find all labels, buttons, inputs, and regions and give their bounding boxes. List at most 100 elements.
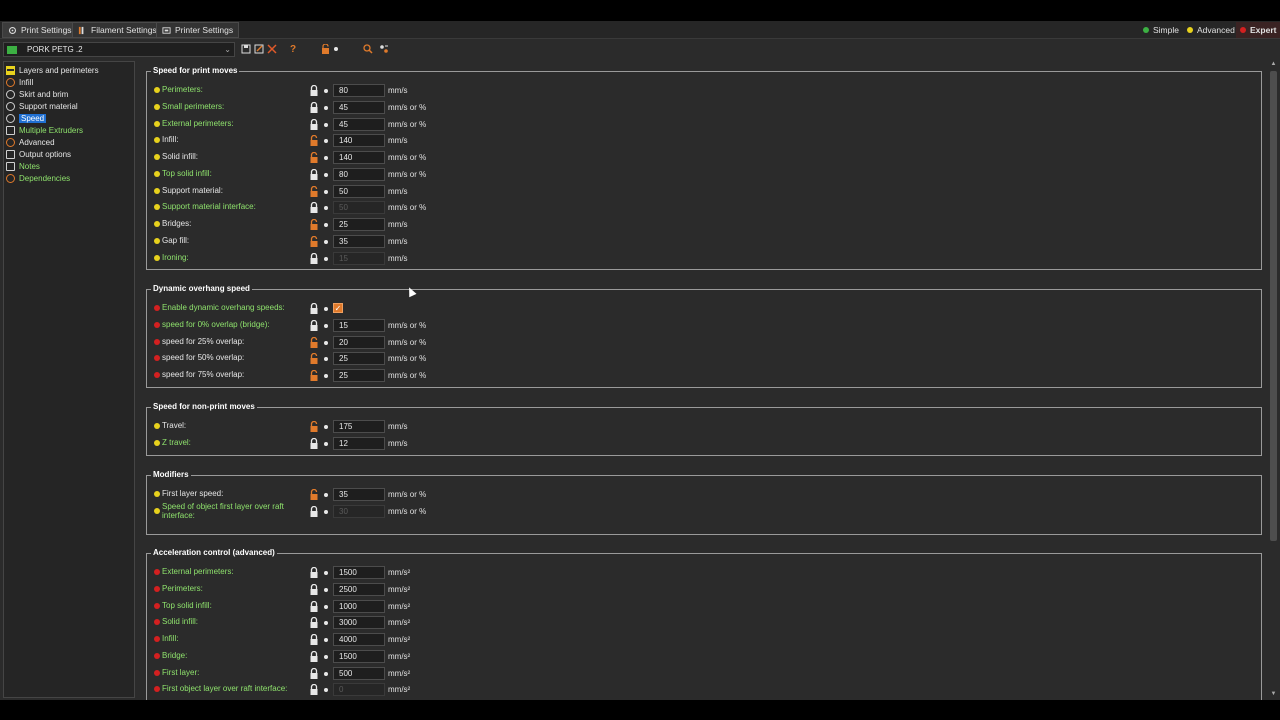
bullet-icon[interactable] xyxy=(324,307,328,311)
lock-icon[interactable] xyxy=(309,684,319,696)
lock-icon[interactable] xyxy=(309,617,319,629)
mode-simple[interactable]: Simple xyxy=(1139,22,1183,38)
bullet-icon[interactable] xyxy=(324,340,328,345)
setting-label[interactable]: First layer: xyxy=(162,668,199,677)
sidebar-item-multiple-extruders[interactable]: Multiple Extruders xyxy=(6,125,83,136)
lock-open-icon[interactable] xyxy=(309,489,319,500)
setting-label[interactable]: First layer speed: xyxy=(162,489,223,498)
lock-icon[interactable] xyxy=(309,85,319,96)
sidebar-item-notes[interactable]: Notes xyxy=(6,161,40,172)
bullet-icon[interactable] xyxy=(324,223,328,227)
lock-icon[interactable] xyxy=(309,101,319,113)
value-input[interactable]: 15 xyxy=(333,318,385,332)
setting-label[interactable]: Solid infill: xyxy=(162,617,198,626)
value-input[interactable]: 140 xyxy=(333,151,385,164)
preset-dropdown[interactable]: PORK PETG .2 ⌄ xyxy=(3,42,235,57)
lock-icon[interactable] xyxy=(309,505,319,517)
lock-icon[interactable] xyxy=(309,202,319,214)
value-input[interactable]: 1500 xyxy=(333,649,385,663)
value-input[interactable]: 25 xyxy=(333,369,385,382)
value-input[interactable]: 3000 xyxy=(333,616,385,630)
setting-label[interactable]: Support material: xyxy=(162,186,223,195)
lock-icon[interactable] xyxy=(309,118,319,130)
setting-label[interactable]: Ironing: xyxy=(162,253,189,262)
compare-button[interactable] xyxy=(378,43,390,55)
tab-print-settings[interactable]: Print Settings xyxy=(2,22,78,38)
bullet-icon[interactable] xyxy=(324,688,328,693)
rename-preset-button[interactable] xyxy=(253,43,265,55)
lock-icon[interactable] xyxy=(309,650,319,662)
tab-filament-settings[interactable]: Filament Settings xyxy=(72,22,163,38)
setting-label[interactable]: speed for 75% overlap: xyxy=(162,370,244,379)
value-input[interactable]: 1000 xyxy=(333,599,385,613)
bullet-icon[interactable] xyxy=(324,509,328,514)
setting-label[interactable]: speed for 50% overlap: xyxy=(162,353,244,362)
value-input[interactable]: 1500 xyxy=(333,566,385,579)
bullet-icon[interactable] xyxy=(324,441,328,446)
setting-label[interactable]: Solid infill: xyxy=(162,152,198,161)
scroll-up-icon[interactable]: ▲ xyxy=(1269,61,1278,69)
lock-open-icon[interactable] xyxy=(309,336,319,348)
bullet-icon[interactable] xyxy=(324,493,328,497)
bullet-icon[interactable] xyxy=(324,172,328,177)
bullet-icon[interactable] xyxy=(324,654,328,659)
sidebar-item-skirt-and-brim[interactable]: Skirt and brim xyxy=(6,89,68,100)
bullet-icon[interactable] xyxy=(324,587,328,592)
lock-open-icon[interactable] xyxy=(309,135,319,147)
scrollbar-thumb[interactable] xyxy=(1270,71,1277,541)
value-input[interactable]: 140 xyxy=(333,134,385,148)
help-button[interactable]: ? xyxy=(287,43,299,55)
setting-label[interactable]: Speed of object first layer over raft in… xyxy=(162,502,302,520)
setting-label[interactable]: Top solid infill: xyxy=(162,169,212,178)
bullet-icon[interactable] xyxy=(324,89,328,93)
value-input[interactable]: 35 xyxy=(333,488,385,501)
lock-icon[interactable] xyxy=(309,583,319,595)
save-preset-button[interactable] xyxy=(240,43,252,55)
sidebar-item-dependencies[interactable]: Dependencies xyxy=(6,173,70,184)
sidebar-item-layers-and-perimeters[interactable]: Layers and perimeters xyxy=(6,65,99,76)
search-button[interactable] xyxy=(362,43,374,55)
setting-label[interactable]: Perimeters: xyxy=(162,584,203,593)
setting-label[interactable]: speed for 0% overlap (bridge): xyxy=(162,320,270,329)
setting-label[interactable]: Bridge: xyxy=(162,651,187,660)
setting-label[interactable]: External perimeters: xyxy=(162,119,234,128)
lock-icon[interactable] xyxy=(309,634,319,645)
value-input[interactable]: 50 xyxy=(333,184,385,198)
lock-open-icon[interactable] xyxy=(309,370,319,381)
lock-open-icon[interactable] xyxy=(309,152,319,163)
setting-label[interactable]: Infill: xyxy=(162,135,178,144)
value-input[interactable]: 15 xyxy=(333,251,385,265)
value-input[interactable]: 20 xyxy=(333,335,385,349)
sidebar-item-speed[interactable]: Speed xyxy=(6,113,47,124)
bullet-icon[interactable] xyxy=(324,604,328,609)
lock-icon[interactable] xyxy=(309,303,319,314)
bullet-icon[interactable] xyxy=(324,206,328,211)
lock-open-icon[interactable] xyxy=(309,185,319,197)
lock-open-icon[interactable] xyxy=(309,353,319,365)
lock-icon[interactable] xyxy=(309,667,319,679)
bullet-icon[interactable] xyxy=(324,105,328,110)
value-input[interactable]: 45 xyxy=(333,117,385,131)
setting-label[interactable]: Top solid infill: xyxy=(162,601,212,610)
bullet-icon[interactable] xyxy=(324,189,328,194)
value-input[interactable]: 80 xyxy=(333,84,385,97)
lock-icon[interactable] xyxy=(309,567,319,578)
bullet-icon[interactable] xyxy=(324,638,328,642)
setting-label[interactable]: First object layer over raft interface: xyxy=(162,684,287,693)
vertical-scrollbar[interactable]: ▲ ▼ xyxy=(1269,61,1278,699)
scroll-down-icon[interactable]: ▼ xyxy=(1269,691,1278,699)
bullet-icon[interactable] xyxy=(324,571,328,575)
setting-label[interactable]: Bridges: xyxy=(162,219,191,228)
bullet-icon[interactable] xyxy=(324,156,328,160)
bullet-icon[interactable] xyxy=(324,671,328,676)
value-input[interactable]: 12 xyxy=(333,436,385,450)
value-input[interactable]: 35 xyxy=(333,234,385,248)
lock-icon[interactable] xyxy=(309,600,319,612)
setting-label[interactable]: Gap fill: xyxy=(162,236,189,245)
value-input[interactable]: 25 xyxy=(333,218,385,231)
setting-label[interactable]: Enable dynamic overhang speeds: xyxy=(162,303,285,312)
value-input[interactable]: 80 xyxy=(333,167,385,181)
sidebar-item-advanced[interactable]: Advanced xyxy=(6,137,55,148)
setting-label[interactable]: External perimeters: xyxy=(162,567,234,576)
value-input[interactable]: 2500 xyxy=(333,582,385,596)
